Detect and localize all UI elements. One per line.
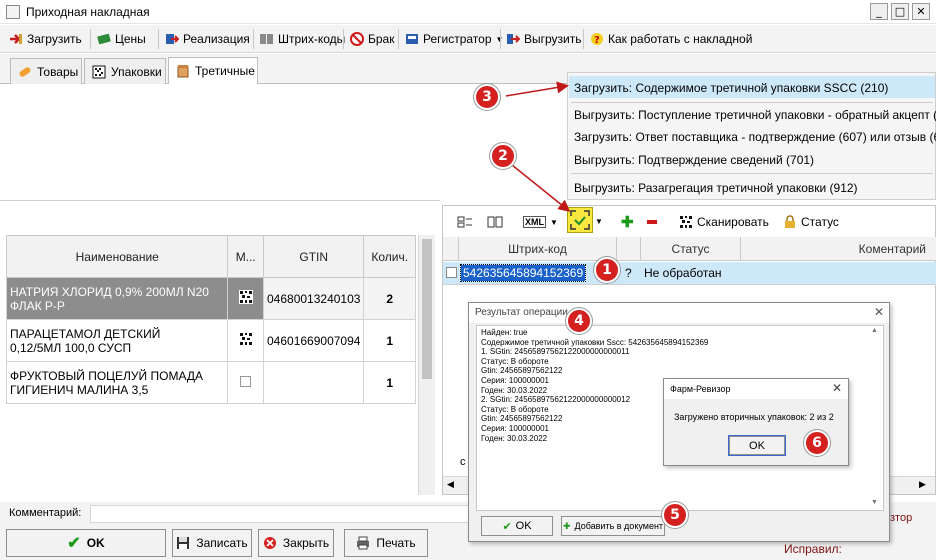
callout-5: 5 [662, 502, 688, 528]
arrow-to-menu-item [505, 81, 569, 97]
callout-3: 3 [474, 84, 500, 110]
arrow-to-scan-button [511, 164, 571, 212]
callout-2: 2 [490, 143, 516, 169]
callout-1: 1 [594, 257, 620, 283]
callout-4: 4 [566, 308, 592, 334]
callout-6: 6 [804, 430, 830, 456]
annotation-arrows [505, 81, 571, 212]
